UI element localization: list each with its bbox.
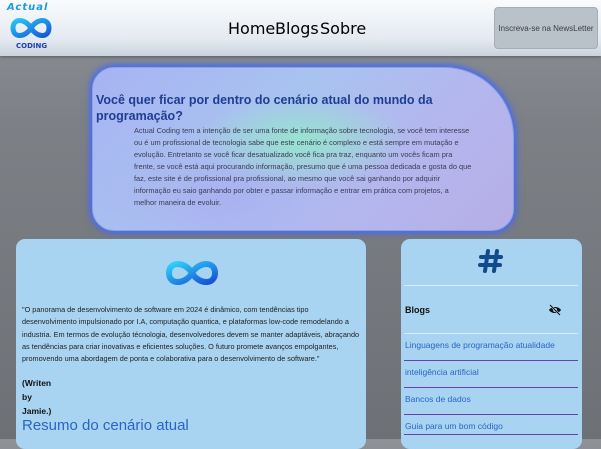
author-line: by [22, 392, 32, 402]
sidebar-divider [404, 414, 578, 415]
hero-title: Você quer ficar por dentro do cenário at… [96, 93, 433, 123]
sidebar-link-linguagens[interactable]: Linguagens de programação atualidade [405, 340, 555, 350]
infinity-logo-icon [10, 18, 52, 38]
article-heading: Resumo do cenário atual [22, 417, 189, 434]
article-quote: "O panorama de desenvolvimento de softwa… [22, 305, 360, 364]
hashtag-icon [478, 249, 503, 273]
author-line: Jamie.) [22, 406, 52, 416]
nav-home-link[interactable]: Home [228, 19, 275, 38]
sidebar-link-ia[interactable]: inteligência artificial [405, 367, 479, 377]
newsletter-button[interactable]: Inscreva-se na NewsLetter [494, 7, 598, 49]
author-line: (Writen [22, 378, 52, 388]
infinity-logo-icon [165, 261, 219, 285]
sidebar-blogs-label: Blogs [405, 305, 431, 315]
hero-description: Actual Coding tem a intenção de ser uma … [134, 126, 472, 207]
eye-slash-icon[interactable] [548, 304, 562, 316]
sidebar-link-bancos[interactable]: Bancos de dados [405, 394, 471, 404]
sidebar-link-guia[interactable]: Guia para um bom código [405, 421, 503, 431]
nav-sobre-link[interactable]: Sobre [320, 19, 366, 38]
site-logo[interactable]: Actual CODING [4, 1, 58, 55]
sidebar-divider [404, 360, 578, 361]
nav-blogs-link[interactable]: Blogs [275, 19, 319, 38]
logo-text-top: Actual [7, 2, 49, 13]
sidebar-divider [404, 285, 578, 286]
sidebar-divider [404, 434, 578, 435]
logo-text-bottom: CODING [16, 42, 48, 50]
sidebar-divider [404, 333, 578, 334]
sidebar-divider [404, 387, 578, 388]
article-author: (Writen by Jamie.) [22, 376, 82, 418]
